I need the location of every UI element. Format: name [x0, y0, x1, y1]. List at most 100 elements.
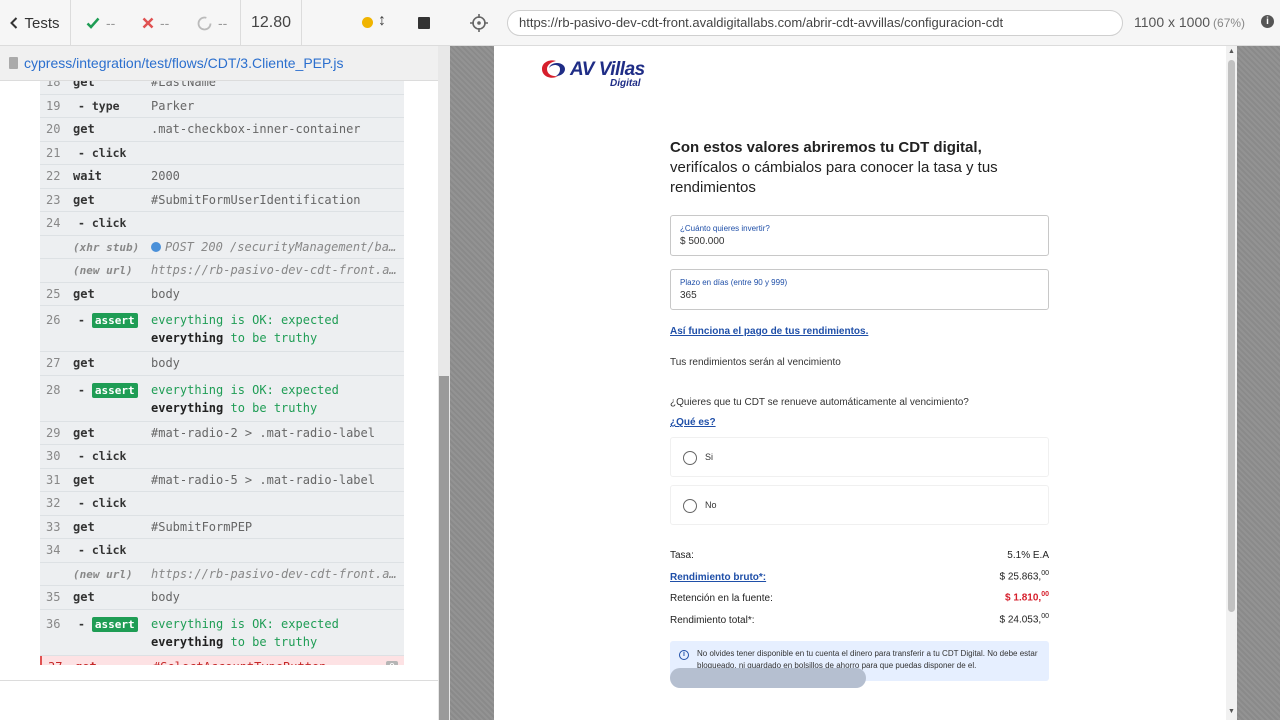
- command-number: 24: [46, 216, 61, 230]
- command-number: 33: [46, 519, 61, 534]
- pending-circle-icon: [197, 16, 212, 30]
- stop-button[interactable]: [418, 17, 430, 29]
- command-message-text: https://rb-pasivo-dev-cdt-front.a...: [151, 566, 404, 581]
- scroll-up-arrow-icon[interactable]: ▲: [1228, 48, 1235, 55]
- term-days-field[interactable]: Plazo en días (entre 90 y 999) 365: [670, 269, 1049, 310]
- command-message-text: body: [151, 286, 180, 301]
- assert-message-subject: everything: [151, 400, 224, 415]
- aut-scrollbar-thumb[interactable]: [1228, 60, 1235, 612]
- command-message-text: #LastName: [151, 81, 217, 89]
- command-number: 32: [46, 496, 61, 510]
- renew-option-yes[interactable]: Si: [670, 437, 1049, 477]
- command-row[interactable]: 28- assert everything is OK: expected ever…: [40, 375, 404, 422]
- command-row[interactable]: (new url) https://rb-pasivo-dev-cdt-front…: [40, 562, 404, 586]
- command-name: (new url): [73, 264, 133, 277]
- investment-amount-field[interactable]: ¿Cuánto quieres invertir? $ 500.000: [670, 215, 1049, 256]
- command-row[interactable]: 21 - click: [40, 141, 404, 165]
- command-log-scrollbar[interactable]: [438, 46, 450, 720]
- command-message: #SubmitFormUserIdentification: [151, 189, 404, 212]
- command-message: Parker: [151, 95, 404, 118]
- assert-message-pre: everything is OK: expected: [151, 313, 339, 327]
- rate-row: Tasa: 5.1% E.A: [670, 545, 1049, 567]
- command-message: body: [151, 283, 404, 306]
- info-icon[interactable]: i: [1261, 15, 1274, 28]
- command-row[interactable]: 33 get #SubmitFormPEP: [40, 515, 404, 539]
- command-row[interactable]: (new url) https://rb-pasivo-dev-cdt-front…: [40, 259, 404, 283]
- continue-button[interactable]: [670, 668, 866, 688]
- command-row[interactable]: 29 get #mat-radio-2 > .mat-radio-label: [40, 421, 404, 445]
- duration-timer: 12.80: [240, 0, 302, 46]
- command-row[interactable]: 19 - type Parker: [40, 94, 404, 118]
- what-is-link[interactable]: ¿Qué es?: [670, 417, 1050, 428]
- command-row[interactable]: 24 - click: [40, 212, 404, 236]
- command-row[interactable]: 36- assert everything is OK: expected ever…: [40, 609, 404, 656]
- failed-value: --: [160, 15, 170, 31]
- radio-button[interactable]: [683, 451, 697, 465]
- gross-yield-cents: 00: [1041, 569, 1049, 577]
- command-name: - click: [78, 145, 127, 160]
- assert-message-subject: everything: [151, 331, 224, 345]
- gross-yield-row: Rendimiento bruto*: $ 25.863,00: [670, 567, 1049, 589]
- page-title-rest: verifícalos o cámbialos para conocer la …: [670, 159, 998, 196]
- aut-iframe: AV Villas Digital Con estos valores abri…: [494, 46, 1237, 720]
- failed-count: --: [142, 0, 169, 46]
- withholding-row: Retención en la fuente: $ 1.810,00: [670, 588, 1049, 610]
- command-row[interactable]: 23 get #SubmitFormUserIdentification: [40, 188, 404, 212]
- command-row[interactable]: 34 - click: [40, 539, 404, 563]
- spec-file-link[interactable]: cypress/integration/test/flows/CDT/3.Cli…: [24, 55, 344, 71]
- command-row[interactable]: 22 wait 2000: [40, 165, 404, 189]
- selector-playground-icon[interactable]: [468, 12, 490, 34]
- cross-icon: [142, 17, 154, 29]
- payment-info-link[interactable]: Así funciona el pago de tus rendimientos…: [670, 326, 1050, 337]
- command-name: get: [73, 81, 95, 89]
- auto-scroll-toggle-icon[interactable]: ↕: [378, 12, 386, 30]
- radio-button[interactable]: [683, 499, 697, 513]
- withholding-cents: 00: [1041, 591, 1049, 598]
- running-indicator-icon: [362, 17, 373, 28]
- renew-option-no-label: No: [705, 500, 717, 510]
- command-row[interactable]: 20 get .mat-checkbox-inner-container: [40, 118, 404, 142]
- renew-option-no[interactable]: No: [670, 485, 1049, 525]
- tests-label: Tests: [24, 14, 60, 32]
- command-row[interactable]: 18 get #LastName: [40, 81, 404, 95]
- total-yield-cents: 00: [1041, 612, 1049, 620]
- command-row[interactable]: 35 get body: [40, 586, 404, 610]
- passed-count: --: [86, 0, 115, 46]
- assert-message-post: to be truthy: [230, 634, 318, 649]
- command-name: get: [73, 286, 95, 301]
- command-message-text: #mat-radio-5 > .mat-radio-label: [151, 472, 375, 487]
- total-yield-amount: $ 24.053,: [999, 613, 1042, 625]
- command-message-text: POST 200 /securityManagement/ba...: [165, 239, 404, 254]
- total-yield-row: Rendimiento total*: $ 24.053,00: [670, 610, 1049, 632]
- command-number: 31: [46, 472, 61, 487]
- command-number: 23: [46, 192, 61, 207]
- command-row[interactable]: 37get#SelectAccountTypeButton 0: [40, 655, 404, 666]
- runner-toolbar: Tests -- -- -- 12.80 ↕ https://rb-pasivo…: [0, 0, 1280, 46]
- command-row[interactable]: 27 get body: [40, 352, 404, 376]
- command-row[interactable]: 26- assert everything is OK: expected ever…: [40, 306, 404, 352]
- command-row[interactable]: 32 - click: [40, 492, 404, 516]
- command-message: #LastName: [151, 81, 404, 94]
- term-days-label: Plazo en días (entre 90 y 999): [680, 278, 788, 287]
- payment-text: Tus rendimientos serán al vencimiento: [670, 357, 841, 368]
- command-log-panel: cypress/integration/test/flows/CDT/3.Cli…: [0, 46, 450, 720]
- aut-url-bar[interactable]: https://rb-pasivo-dev-cdt-front.avaldigi…: [507, 10, 1123, 36]
- scrollbar-thumb[interactable]: [439, 376, 449, 720]
- command-message: #SubmitFormPEP: [151, 516, 404, 539]
- rate-value: 5.1% E.A: [1007, 550, 1049, 561]
- aut-scrollbar[interactable]: [1226, 46, 1237, 720]
- info-circle-icon: i: [679, 650, 689, 660]
- command-row[interactable]: 25 get body: [40, 282, 404, 306]
- av-villas-logo: AV Villas Digital: [540, 56, 650, 92]
- gross-yield-link[interactable]: Rendimiento bruto*:: [670, 572, 766, 583]
- command-row[interactable]: (xhr stub) POST 200 /securityManagement/b…: [40, 235, 404, 259]
- tests-back-button[interactable]: Tests: [0, 0, 71, 46]
- command-name: get: [73, 519, 95, 534]
- command-message: #SelectAccountTypeButton: [153, 656, 404, 666]
- command-number: 22: [46, 169, 61, 183]
- panel-divider: [0, 680, 438, 681]
- command-row[interactable]: 30 - click: [40, 445, 404, 469]
- scroll-down-arrow-icon[interactable]: ▼: [1228, 708, 1235, 715]
- command-number: 27: [46, 356, 61, 370]
- command-row[interactable]: 31 get #mat-radio-5 > .mat-radio-label: [40, 468, 404, 492]
